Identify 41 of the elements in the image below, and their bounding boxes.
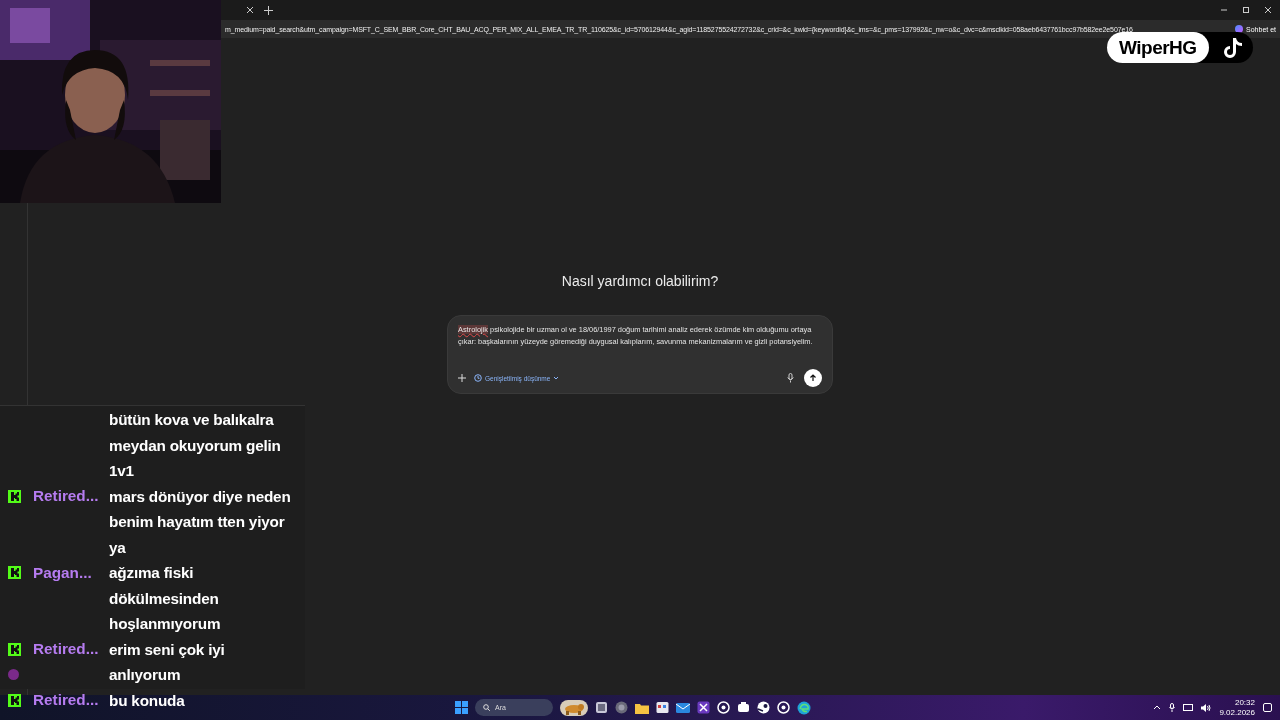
mail-icon[interactable] xyxy=(676,701,690,714)
search-icon xyxy=(483,704,490,711)
timer-icon xyxy=(474,374,482,382)
username[interactable]: Retired... xyxy=(33,691,99,709)
username[interactable]: Pagan... xyxy=(33,563,92,582)
username[interactable]: Retired... xyxy=(33,640,99,658)
speaker-icon[interactable] xyxy=(1201,703,1212,712)
calendar-icon[interactable] xyxy=(656,701,669,714)
arrow-up-icon xyxy=(809,374,817,382)
badge-icon xyxy=(8,693,21,707)
badge-icon xyxy=(8,489,21,503)
close-tab-icon[interactable] xyxy=(246,6,254,14)
chevron-up-icon[interactable] xyxy=(1153,705,1162,710)
clock-time[interactable]: 20:32 xyxy=(1234,697,1255,708)
network-icon[interactable] xyxy=(1183,703,1194,712)
badge-icon xyxy=(8,642,21,656)
new-tab-icon[interactable] xyxy=(264,5,273,15)
music-note-icon xyxy=(1222,36,1243,59)
close-icon[interactable] xyxy=(1264,6,1272,14)
microphone-icon[interactable] xyxy=(1169,703,1176,712)
target-icon[interactable] xyxy=(717,701,730,714)
page-heading: Nasıl yardımcı olabilirim? xyxy=(561,273,719,289)
notification-icon[interactable] xyxy=(1263,703,1272,712)
window-icon[interactable] xyxy=(595,701,608,714)
windows-start-icon[interactable] xyxy=(455,701,468,714)
maximize-icon[interactable] xyxy=(1242,6,1250,14)
badge-icon xyxy=(8,566,21,579)
username[interactable]: Retired... xyxy=(33,487,99,505)
target-icon[interactable] xyxy=(777,701,790,714)
prompt-box[interactable] xyxy=(447,315,833,394)
chat-message: bu konuda xyxy=(109,690,186,711)
channel-name: WiperHG xyxy=(1107,32,1209,63)
circle-app-icon[interactable] xyxy=(615,701,628,714)
chevron-down-icon xyxy=(553,376,560,380)
send-button[interactable] xyxy=(804,369,822,387)
minimize-icon[interactable] xyxy=(1220,6,1228,14)
clock-date[interactable]: 9.02.2026 xyxy=(1219,707,1255,718)
folder-icon[interactable] xyxy=(635,701,649,714)
app-icon[interactable] xyxy=(697,701,710,714)
add-icon[interactable] xyxy=(458,374,466,382)
microphone-icon[interactable] xyxy=(787,373,794,383)
